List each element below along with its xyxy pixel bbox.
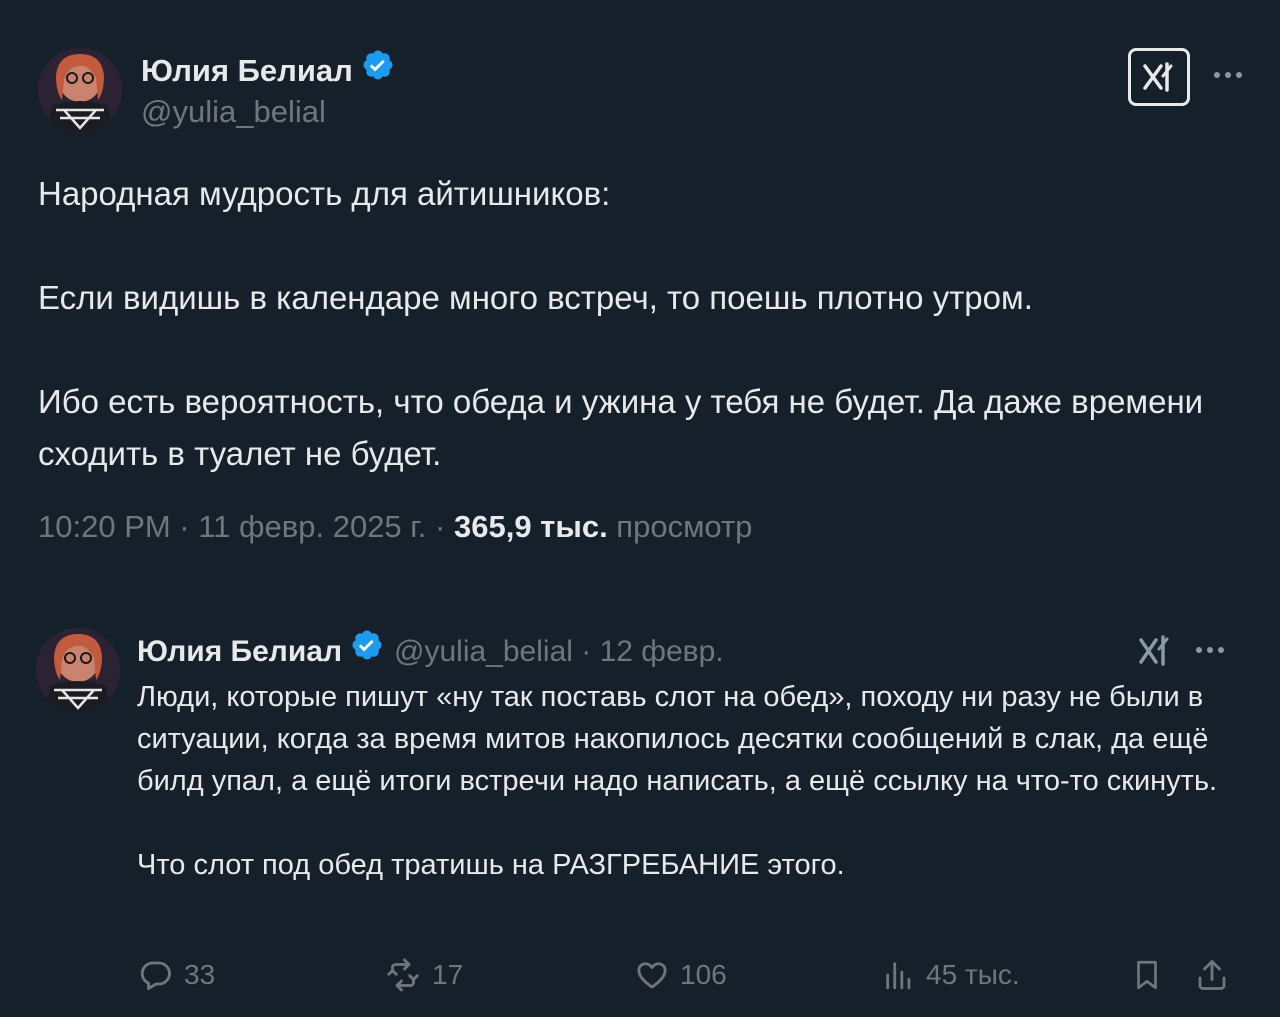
share-button[interactable]: [1194, 952, 1230, 998]
reply-count: 33: [184, 959, 216, 990]
repost-button[interactable]: 17: [384, 952, 463, 998]
views-label: просмотр: [607, 509, 753, 544]
author-handle[interactable]: @yulia_belial: [141, 92, 326, 132]
avatar-image: [36, 628, 120, 712]
avatar-image: [38, 48, 122, 132]
reply-header: Юлия Белиал @yulia_belial · 12 февр.: [137, 628, 724, 675]
grok-icon: [1143, 62, 1173, 92]
bookmark-button[interactable]: [1130, 952, 1164, 998]
repost-count: 17: [432, 959, 464, 990]
like-count: 106: [680, 959, 727, 990]
reply-handle-date[interactable]: @yulia_belial · 12 февр.: [394, 630, 724, 674]
like-icon: [637, 962, 667, 989]
reply-button[interactable]: 33: [138, 952, 215, 998]
tweet-meta: 10:20 PM · 11 февр. 2025 г. · 365,9 тыс.…: [38, 505, 752, 549]
tweet-text: Народная мудрость для айтишников: Если в…: [38, 175, 1204, 472]
reply-avatar[interactable]: [36, 628, 120, 712]
verified-badge-icon: [350, 628, 384, 675]
views-count: 365,9 тыс.: [453, 509, 608, 544]
share-icon: [1198, 960, 1226, 990]
bookmark-icon: [1137, 960, 1157, 990]
reply-more-options-icon[interactable]: [1196, 647, 1224, 653]
reply-icon: [140, 961, 171, 990]
views-button[interactable]: 45 тыс.: [882, 952, 1020, 998]
more-options-icon[interactable]: [1214, 72, 1242, 78]
author-name-row[interactable]: Юлия Белиал: [141, 48, 395, 93]
tweet-timestamp[interactable]: 10:20 PM · 11 февр. 2025 г. ·: [38, 509, 454, 544]
reply-grok-icon[interactable]: [1138, 632, 1172, 673]
views-count-reply: 45 тыс.: [926, 959, 1020, 990]
repost-icon: [387, 958, 419, 992]
like-button[interactable]: 106: [634, 952, 727, 998]
grok-button[interactable]: [1128, 48, 1190, 106]
views-icon: [886, 962, 911, 990]
reply-text: Люди, которые пишут «ну так поставь слот…: [137, 681, 1218, 881]
reply-author-name[interactable]: Юлия Белиал: [137, 630, 342, 674]
author-name[interactable]: Юлия Белиал: [141, 50, 353, 92]
verified-badge-icon: [361, 48, 395, 93]
author-avatar[interactable]: [38, 48, 122, 132]
